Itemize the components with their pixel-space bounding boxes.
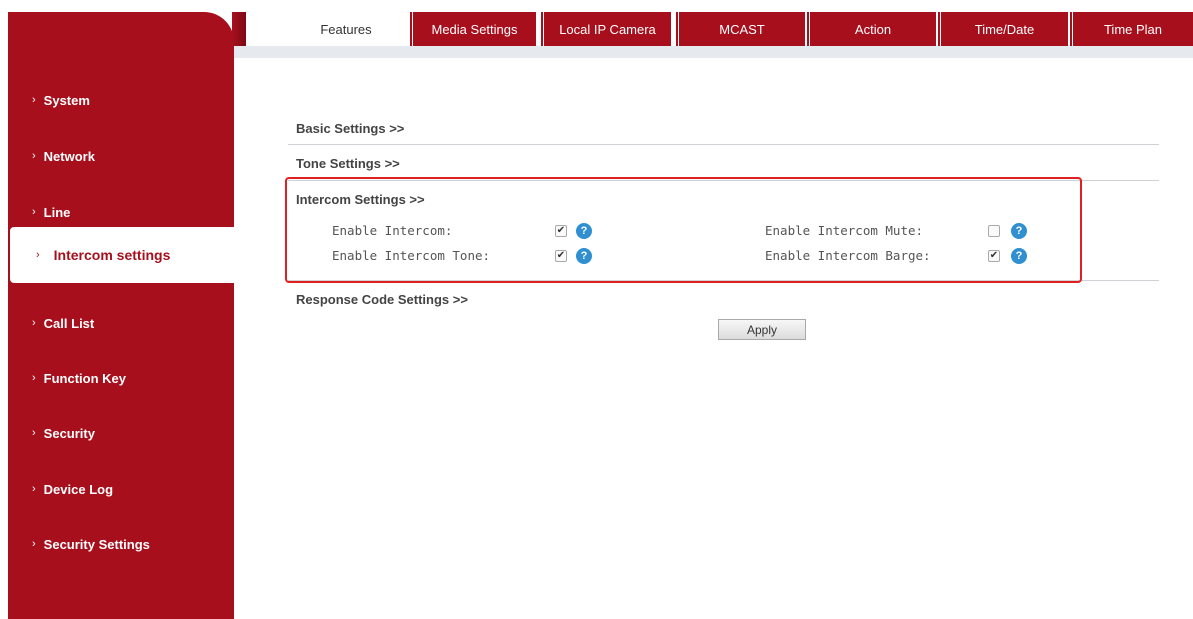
- chevron-right-icon: ›: [36, 249, 40, 261]
- sidebar-item-device-log[interactable]: › Device Log: [8, 469, 234, 509]
- chevron-right-icon: ›: [32, 372, 36, 384]
- sidebar: › System › Network › Line › Intercom set…: [8, 12, 234, 619]
- tab-label: Time/Date: [974, 21, 1035, 37]
- tab-time-date[interactable]: Time/Date: [937, 12, 1068, 46]
- sidebar-item-system[interactable]: › System: [8, 80, 234, 120]
- tab-label: Time Plan: [1103, 21, 1163, 37]
- sidebar-item-function-key[interactable]: › Function Key: [8, 358, 234, 398]
- divider: [288, 144, 1159, 145]
- sidebar-item-call-list[interactable]: › Call List: [8, 303, 234, 343]
- sidebar-item-label: System: [43, 92, 90, 108]
- content-area: [234, 58, 1193, 619]
- sidebar-item-security-settings[interactable]: › Security Settings: [8, 524, 234, 564]
- sidebar-item-label: Call List: [43, 315, 95, 331]
- sidebar-item-label: Line: [43, 204, 71, 220]
- chevron-right-icon: ›: [32, 94, 36, 106]
- tab-label: Features: [320, 21, 372, 37]
- tab-time-plan[interactable]: Time Plan: [1069, 12, 1193, 46]
- sidebar-item-network[interactable]: › Network: [8, 136, 234, 176]
- sidebar-item-label: Device Log: [43, 481, 114, 497]
- sidebar-item-label: Intercom settings: [53, 247, 171, 263]
- chevron-right-icon: ›: [32, 538, 36, 550]
- content-top-strip: [234, 46, 1193, 58]
- section-response-code-settings[interactable]: Response Code Settings >>: [296, 292, 468, 307]
- tab-mcast[interactable]: MCAST: [675, 12, 805, 46]
- chevron-right-icon: ›: [32, 206, 36, 218]
- tab-media-settings[interactable]: Media Settings: [409, 12, 536, 46]
- sidebar-item-label: Security Settings: [43, 536, 150, 552]
- tab-features[interactable]: Features: [287, 12, 405, 46]
- tab-label: Media Settings: [431, 21, 518, 37]
- sidebar-item-label: Function Key: [43, 370, 127, 386]
- chevron-right-icon: ›: [32, 427, 36, 439]
- tab-local-ip-camera[interactable]: Local IP Camera: [540, 12, 671, 46]
- chevron-right-icon: ›: [32, 483, 36, 495]
- tab-action[interactable]: Action: [806, 12, 936, 46]
- section-tone-settings[interactable]: Tone Settings >>: [296, 156, 400, 171]
- tab-label: Action: [854, 21, 892, 37]
- chevron-right-icon: ›: [32, 150, 36, 162]
- section-basic-settings[interactable]: Basic Settings >>: [296, 121, 404, 136]
- highlight-annotation-box: [285, 177, 1082, 283]
- sidebar-item-line[interactable]: › Line: [8, 192, 234, 232]
- sidebar-item-label: Network: [43, 148, 95, 164]
- sidebar-item-label: Security: [43, 425, 95, 441]
- apply-button[interactable]: Apply: [718, 319, 806, 340]
- chevron-right-icon: ›: [32, 317, 36, 329]
- tab-label: MCAST: [719, 21, 765, 37]
- tab-label: Local IP Camera: [559, 21, 656, 37]
- sidebar-item-intercom-settings[interactable]: › Intercom settings: [10, 227, 234, 283]
- tab-bar: Features Media Settings Local IP Camera …: [0, 0, 1193, 46]
- sidebar-item-security[interactable]: › Security: [8, 413, 234, 453]
